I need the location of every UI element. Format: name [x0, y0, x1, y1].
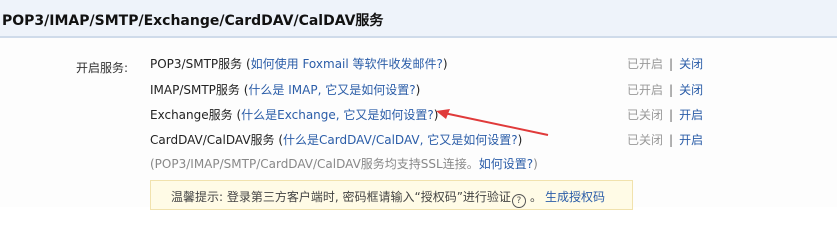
open-exchange-button[interactable]: 开启 [679, 108, 703, 122]
service-status-carddav: 已关闭 | 开启 [627, 131, 703, 148]
service-status-imap: 已开启 | 关闭 [627, 81, 703, 98]
paren-close: ) [442, 57, 448, 71]
separator: | [669, 83, 674, 97]
help-link-exchange[interactable]: 什么是Exchange, 它又是如何设置? [241, 108, 434, 122]
annotation-arrow-icon [436, 109, 549, 136]
ssl-note: (POP3/IMAP/SMTP/CardDAV/CalDAV服务均支持SSL连接… [150, 155, 538, 172]
section-title: POP3/IMAP/SMTP/Exchange/CardDAV/CalDAV服务 [2, 13, 384, 29]
paren-close: ) [415, 83, 421, 97]
close-imap-button[interactable]: 关闭 [679, 83, 703, 97]
service-row-pop3: POP3/SMTP服务 (如何使用 Foxmail 等软件收发邮件?) [150, 55, 448, 72]
paren-open: ( [232, 108, 242, 122]
service-name: IMAP/SMTP服务 [150, 83, 240, 97]
help-circle-icon[interactable]: ? [511, 194, 526, 208]
ssl-note-end: ) [533, 157, 538, 171]
service-status-pop3: 已开启 | 关闭 [627, 55, 703, 72]
help-link-foxmail[interactable]: 如何使用 Foxmail 等软件收发邮件? [251, 57, 443, 71]
tip-text: 温馨提示: 登录第三方客户端时, 密码框请输入“授权码”进行验证 [171, 190, 511, 204]
services-panel: 开启服务: POP3/SMTP服务 (如何使用 Foxmail 等软件收发邮件?… [0, 38, 837, 210]
tip-dot: 。 [529, 190, 542, 204]
section-header: POP3/IMAP/SMTP/Exchange/CardDAV/CalDAV服务 [0, 0, 837, 38]
generate-auth-code-link[interactable]: 生成授权码 [545, 190, 605, 204]
ssl-note-text: (POP3/IMAP/SMTP/CardDAV/CalDAV服务均支持SSL连接… [150, 157, 479, 171]
service-row-exchange: Exchange服务 (什么是Exchange, 它又是如何设置?) [150, 106, 438, 123]
paren-open: ( [242, 57, 251, 71]
status-text: 已关闭 [627, 133, 664, 147]
help-link-imap[interactable]: 什么是 IMAP, 它又是如何设置? [248, 83, 415, 97]
ssl-help-link[interactable]: 如何设置? [479, 157, 533, 171]
services-label: 开启服务: [76, 61, 129, 75]
service-row-imap: IMAP/SMTP服务 (什么是 IMAP, 它又是如何设置?) [150, 81, 420, 98]
service-name: POP3/SMTP服务 [150, 57, 243, 71]
open-carddav-button[interactable]: 开启 [679, 133, 703, 147]
separator: | [669, 133, 674, 147]
separator: | [669, 108, 674, 122]
close-pop3-button[interactable]: 关闭 [679, 57, 703, 71]
paren-open: ( [274, 133, 284, 147]
status-text: 已开启 [627, 57, 664, 71]
service-name: Exchange服务 [150, 108, 233, 122]
service-status-exchange: 已关闭 | 开启 [627, 106, 703, 123]
status-text: 已关闭 [627, 108, 664, 122]
separator: | [669, 57, 674, 71]
status-text: 已开启 [627, 83, 664, 97]
service-name: CardDAV/CalDAV服务 [150, 133, 275, 147]
tip-box: 温馨提示: 登录第三方客户端时, 密码框请输入“授权码”进行验证?。生成授权码 [150, 180, 633, 210]
